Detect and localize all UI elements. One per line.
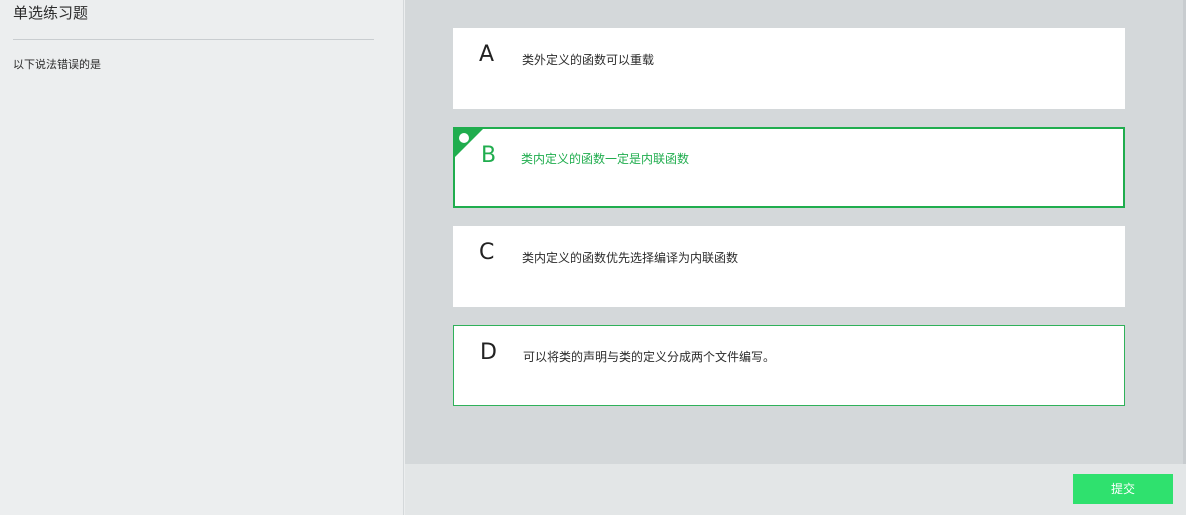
option-text: 类内定义的函数优先选择编译为内联函数 <box>522 251 739 265</box>
option-letter: B <box>481 143 497 168</box>
option-letter: C <box>479 240 495 265</box>
option-letter: D <box>480 340 497 365</box>
option-a[interactable]: A 类外定义的函数可以重载 <box>453 28 1125 109</box>
question-text: 以下说法错误的是 <box>13 58 101 71</box>
title-divider <box>13 39 374 40</box>
option-text: 可以将类的声明与类的定义分成两个文件编写。 <box>523 350 776 364</box>
option-d[interactable]: D 可以将类的声明与类的定义分成两个文件编写。 <box>453 325 1125 406</box>
option-text: 类外定义的函数可以重载 <box>522 53 655 67</box>
option-letter: A <box>479 42 495 67</box>
page-title: 单选练习题 <box>13 4 89 22</box>
option-b[interactable]: B 类内定义的函数一定是内联函数 <box>453 127 1125 208</box>
quiz-app: 单选练习题 以下说法错误的是 A 类外定义的函数可以重载 B 类内定义的函数一定… <box>0 0 1186 515</box>
option-c[interactable]: C 类内定义的函数优先选择编译为内联函数 <box>453 226 1125 307</box>
options-panel: A 类外定义的函数可以重载 B 类内定义的函数一定是内联函数 C 类内定义的函数… <box>405 0 1186 464</box>
question-panel: 单选练习题 以下说法错误的是 <box>0 0 404 515</box>
footer-bar: 提交 <box>405 464 1186 515</box>
option-text: 类内定义的函数一定是内联函数 <box>521 152 690 166</box>
submit-button[interactable]: 提交 <box>1073 474 1173 504</box>
selected-dot-icon <box>459 133 469 143</box>
